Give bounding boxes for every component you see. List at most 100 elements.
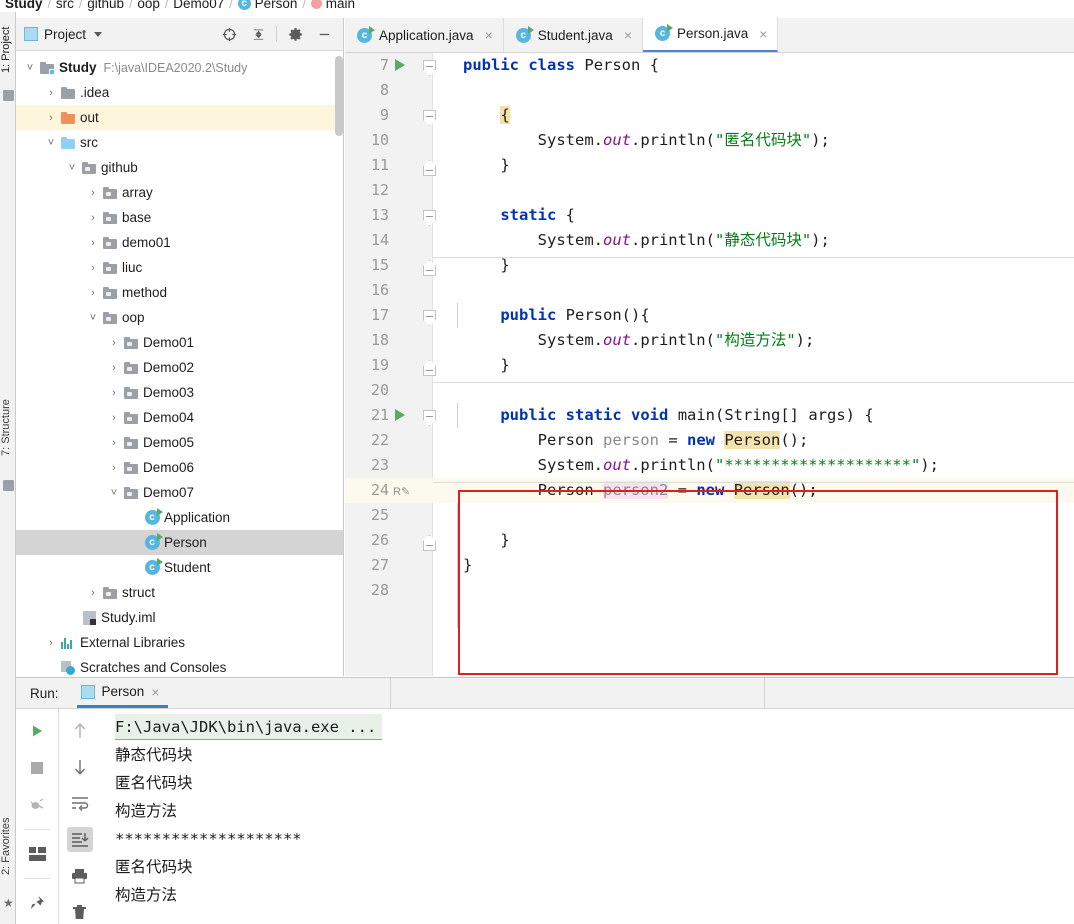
- breadcrumb[interactable]: Study / src / github / oop / Demo07 / c …: [0, 0, 1074, 12]
- tree-item-scratches-and-consoles[interactable]: Scratches and Consoles: [16, 655, 343, 676]
- console-output[interactable]: F:\Java\JDK\bin\java.exe ...静态代码块匿名代码块构造…: [101, 709, 1074, 924]
- tree-item-method[interactable]: ›method: [16, 280, 343, 305]
- close-icon[interactable]: ×: [151, 684, 159, 700]
- tree-expand-arrow[interactable]: ›: [106, 387, 122, 399]
- tree-item-study[interactable]: ˅StudyF:\java\IDEA2020.2\Study: [16, 55, 343, 80]
- fold-toggle-icon[interactable]: [423, 260, 436, 276]
- tree-item-base[interactable]: ›base: [16, 205, 343, 230]
- fold-toggle-icon[interactable]: [423, 410, 436, 426]
- tree-item-person[interactable]: cPerson: [16, 530, 343, 555]
- gear-icon[interactable]: [284, 23, 306, 45]
- fold-toggle-icon[interactable]: [423, 110, 436, 126]
- code-line-21[interactable]: 21 public static void main(String[] args…: [345, 403, 1074, 428]
- fold-toggle-icon[interactable]: [423, 360, 436, 376]
- code-line-17[interactable]: 17 public Person(){: [345, 303, 1074, 328]
- tree-item-demo04[interactable]: ›Demo04: [16, 405, 343, 430]
- code-line-27[interactable]: 27}: [345, 553, 1074, 578]
- tree-item-demo05[interactable]: ›Demo05: [16, 430, 343, 455]
- code-line-23[interactable]: 23 System.out.println("*****************…: [345, 453, 1074, 478]
- trash-icon[interactable]: [67, 900, 93, 924]
- editor-tab-person-java[interactable]: cPerson.java×: [643, 17, 778, 52]
- close-icon[interactable]: ×: [759, 26, 767, 42]
- tree-item-demo03[interactable]: ›Demo03: [16, 380, 343, 405]
- fold-toggle-icon[interactable]: [423, 310, 436, 326]
- fold-toggle-icon[interactable]: [423, 210, 436, 226]
- code-line-19[interactable]: 19 }: [345, 353, 1074, 378]
- code-line-9[interactable]: 9 {: [345, 103, 1074, 128]
- code-line-7[interactable]: 7public class Person {: [345, 53, 1074, 78]
- sidebar-tab-favorites[interactable]: 2: Favorites: [0, 800, 16, 892]
- sidebar-tab-structure[interactable]: 7: Structure: [0, 382, 16, 474]
- tree-item-demo02[interactable]: ›Demo02: [16, 355, 343, 380]
- tree-expand-arrow[interactable]: ›: [85, 587, 101, 599]
- tree-item-student[interactable]: cStudent: [16, 555, 343, 580]
- run-tab-person[interactable]: Person ×: [77, 678, 168, 708]
- tree-expand-arrow[interactable]: ›: [106, 462, 122, 474]
- project-title-button[interactable]: Project: [24, 27, 102, 42]
- code-line-18[interactable]: 18 System.out.println("构造方法");: [345, 328, 1074, 353]
- tree-expand-arrow[interactable]: ›: [85, 287, 101, 299]
- tree-item-demo01[interactable]: ›Demo01: [16, 330, 343, 355]
- coverage-icon[interactable]: [24, 792, 50, 818]
- breadcrumb-item-src[interactable]: src: [53, 0, 77, 11]
- tree-item-liuc[interactable]: ›liuc: [16, 255, 343, 280]
- sidebar-tab-project[interactable]: 1: Project: [0, 14, 16, 86]
- layout-icon[interactable]: [24, 841, 50, 867]
- tree-item-demo01[interactable]: ›demo01: [16, 230, 343, 255]
- code-line-10[interactable]: 10 System.out.println("匿名代码块");: [345, 128, 1074, 153]
- close-icon[interactable]: ×: [485, 27, 493, 43]
- code-lines[interactable]: 7public class Person {89 {10 System.out.…: [345, 53, 1074, 676]
- stop-icon[interactable]: [24, 755, 50, 781]
- code-line-12[interactable]: 12: [345, 178, 1074, 203]
- tree-item-github[interactable]: ˅github: [16, 155, 343, 180]
- pin-icon[interactable]: [24, 890, 50, 916]
- down-arrow-icon[interactable]: [67, 754, 93, 779]
- tree-expand-arrow[interactable]: ›: [43, 112, 59, 124]
- tree-item-demo07[interactable]: ˅Demo07: [16, 480, 343, 505]
- project-tree[interactable]: ˅StudyF:\java\IDEA2020.2\Study›.idea›out…: [16, 51, 343, 676]
- tree-expand-arrow[interactable]: ˅: [85, 312, 101, 324]
- tree-item-demo06[interactable]: ›Demo06: [16, 455, 343, 480]
- breadcrumb-item-main[interactable]: main: [308, 0, 358, 11]
- locate-icon[interactable]: [218, 23, 240, 45]
- fold-toggle-icon[interactable]: [423, 535, 436, 551]
- code-line-26[interactable]: 26 }: [345, 528, 1074, 553]
- tree-item-study-iml[interactable]: Study.iml: [16, 605, 343, 630]
- editor-tab-application-java[interactable]: cApplication.java×: [345, 18, 504, 52]
- collapse-all-icon[interactable]: [247, 23, 269, 45]
- tree-expand-arrow[interactable]: ›: [106, 337, 122, 349]
- code-line-11[interactable]: 11 }: [345, 153, 1074, 178]
- code-area[interactable]: 7public class Person {89 {10 System.out.…: [345, 53, 1074, 676]
- tree-expand-arrow[interactable]: ›: [85, 212, 101, 224]
- fold-toggle-icon[interactable]: [423, 60, 436, 76]
- rerun-icon[interactable]: [24, 718, 50, 744]
- tree-expand-arrow[interactable]: ˅: [22, 62, 38, 74]
- tree-expand-arrow[interactable]: ˅: [64, 162, 80, 174]
- tree-expand-arrow[interactable]: ˅: [43, 137, 59, 149]
- code-line-14[interactable]: 14 System.out.println("静态代码块");: [345, 228, 1074, 253]
- breadcrumb-item-person[interactable]: c Person: [235, 0, 301, 11]
- tree-expand-arrow[interactable]: ›: [85, 262, 101, 274]
- scroll-to-end-icon[interactable]: [67, 827, 93, 852]
- breadcrumb-item-oop[interactable]: oop: [134, 0, 163, 11]
- tree-expand-arrow[interactable]: ›: [106, 362, 122, 374]
- breadcrumb-item-demo07[interactable]: Demo07: [170, 0, 227, 11]
- up-arrow-icon[interactable]: [67, 718, 93, 743]
- editor-tab-student-java[interactable]: cStudent.java×: [504, 18, 643, 52]
- tree-expand-arrow[interactable]: ˅: [106, 487, 122, 499]
- soft-wrap-icon[interactable]: [67, 791, 93, 816]
- tree-expand-arrow[interactable]: ›: [106, 412, 122, 424]
- tree-item-out[interactable]: ›out: [16, 105, 343, 130]
- breadcrumb-item-study[interactable]: Study: [2, 0, 46, 11]
- tree-expand-arrow[interactable]: ›: [43, 637, 59, 649]
- code-line-28[interactable]: 28: [345, 578, 1074, 603]
- fold-toggle-icon[interactable]: [423, 160, 436, 176]
- tree-item-src[interactable]: ˅src: [16, 130, 343, 155]
- code-line-16[interactable]: 16: [345, 278, 1074, 303]
- tree-item--idea[interactable]: ›.idea: [16, 80, 343, 105]
- code-line-8[interactable]: 8: [345, 78, 1074, 103]
- breadcrumb-item-github[interactable]: github: [84, 0, 127, 11]
- tree-item-struct[interactable]: ›struct: [16, 580, 343, 605]
- tree-expand-arrow[interactable]: ›: [43, 87, 59, 99]
- run-gutter-icon[interactable]: [395, 409, 405, 421]
